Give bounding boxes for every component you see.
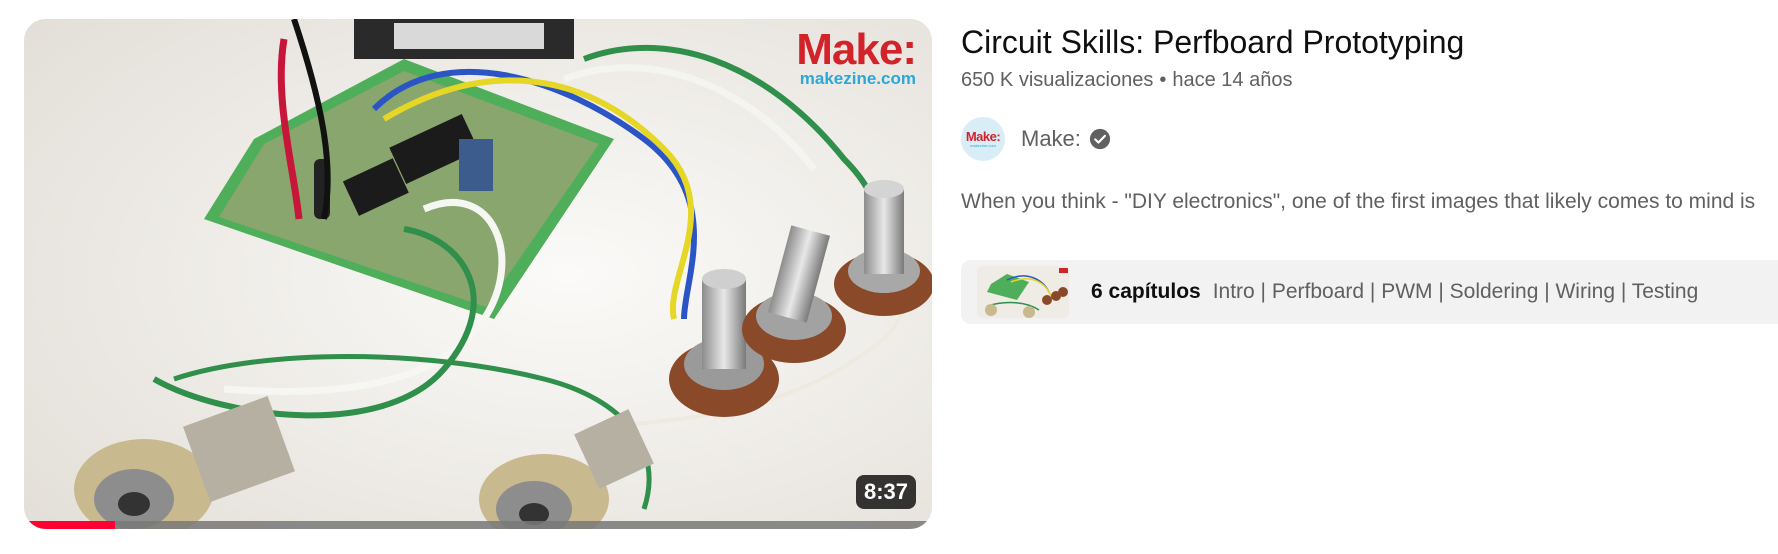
channel-row[interactable]: Make: makezine.com Make:: [961, 117, 1778, 161]
watch-progress-fill: [24, 521, 115, 529]
brand-url-text: makezine.com: [799, 69, 916, 88]
thumbnail-image: [24, 19, 932, 529]
chapters-button[interactable]: 6 capítulos Intro | Perfboard | PWM | So…: [961, 260, 1778, 324]
check-circle-icon: [1089, 128, 1111, 150]
chapters-list: Intro | Perfboard | PWM | Soldering | Wi…: [1212, 280, 1699, 303]
avatar-logo-text: Make:: [965, 129, 1001, 144]
watch-progress-bar: [24, 521, 932, 529]
video-thumbnail[interactable]: Make: makezine.com 8:37: [24, 19, 932, 529]
duration-badge: 8:37: [855, 475, 916, 509]
video-result[interactable]: Make: makezine.com 8:37 Circuit Skills: …: [0, 0, 1778, 554]
chapter-thumbnail: [977, 266, 1069, 318]
upload-age: hace 14 años: [1172, 69, 1293, 91]
meta-separator: •: [1159, 69, 1167, 91]
view-count: 650 K visualizaciones: [961, 69, 1154, 91]
video-metadata: 650 K visualizaciones • hace 14 años: [961, 66, 1778, 94]
channel-avatar[interactable]: Make: makezine.com: [961, 117, 1005, 161]
channel-name[interactable]: Make:: [1021, 117, 1081, 161]
video-description-snippet: When you think - "DIY electronics", one …: [961, 190, 1756, 213]
video-details: Circuit Skills: Perfboard Prototyping 65…: [961, 18, 1778, 324]
avatar-url-text: makezine.com: [970, 143, 996, 148]
brand-logo-text: Make:: [796, 25, 917, 74]
chapters-count: 6 capítulos: [1091, 280, 1201, 303]
video-title[interactable]: Circuit Skills: Perfboard Prototyping: [961, 18, 1778, 66]
brand-watermark: Make: makezine.com: [796, 25, 917, 88]
